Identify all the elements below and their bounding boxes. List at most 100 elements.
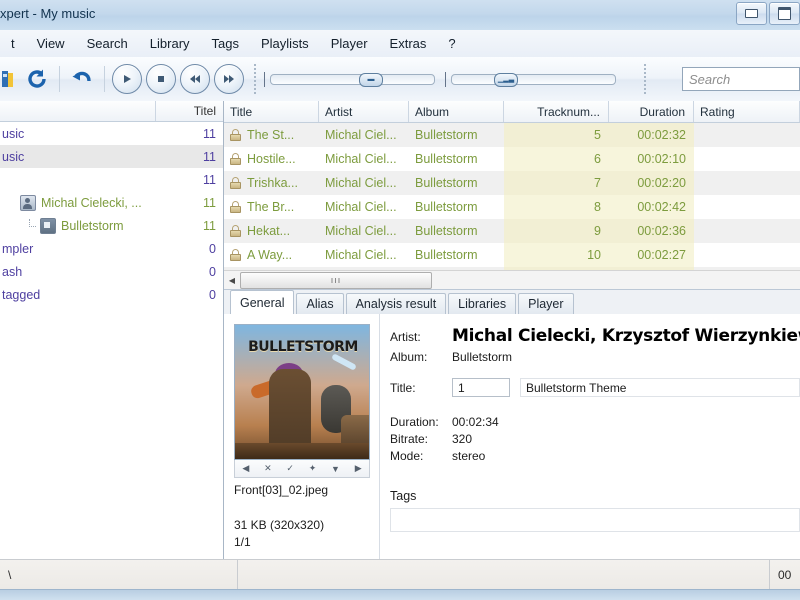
library-tree-name-column[interactable] xyxy=(0,101,156,121)
cell-title: Hekat... xyxy=(224,219,319,243)
tree-item[interactable]: mpler 0 xyxy=(0,237,223,260)
tags-label: Tags xyxy=(390,489,417,503)
cell-album: Bulletstorm xyxy=(415,128,478,142)
status-cell-path: \ xyxy=(0,560,238,590)
column-header-tracknumber[interactable]: Tracknum... xyxy=(504,101,609,122)
prev-image-icon[interactable]: ◀ xyxy=(242,463,249,474)
menu-item-tags[interactable]: Tags xyxy=(201,32,250,55)
menu-item-file[interactable]: t xyxy=(0,32,26,55)
tree-item[interactable]: tagged 0 xyxy=(0,283,223,306)
title-bar: xpert - My music xyxy=(0,0,800,31)
tree-item-count: 0 xyxy=(209,287,216,302)
volume-slider-thumb[interactable]: ▁▂▃ xyxy=(494,72,518,87)
menu-item-playlists[interactable]: Playlists xyxy=(250,32,320,55)
search-input[interactable]: Search xyxy=(682,67,800,91)
next-button[interactable] xyxy=(212,62,246,96)
tree-item-label: Bulletstorm xyxy=(61,218,124,233)
cell-rating[interactable] xyxy=(694,123,800,147)
undo-icon[interactable] xyxy=(65,62,99,96)
confirm-image-icon[interactable]: ✓ xyxy=(286,463,294,474)
volume-slider[interactable]: ▁▂▃ xyxy=(445,64,616,94)
cell-rating[interactable] xyxy=(694,219,800,243)
menu-item-extras[interactable]: Extras xyxy=(379,32,438,55)
scroll-left-icon[interactable]: ◀ xyxy=(224,272,240,288)
tree-item-count: 0 xyxy=(209,264,216,279)
dropdown-image-icon[interactable]: ▼ xyxy=(331,464,340,474)
cell-tracknumber: 6 xyxy=(504,147,609,171)
menu-item-view[interactable]: View xyxy=(26,32,76,55)
maximize-button[interactable] xyxy=(769,2,800,25)
cell-duration: 00:02:10 xyxy=(609,147,694,171)
cell-album: Bulletstorm xyxy=(415,152,478,166)
tab-alias[interactable]: Alias xyxy=(296,293,344,314)
cell-rating[interactable] xyxy=(694,243,800,267)
artwork-index: 1/1 xyxy=(234,535,251,549)
table-row[interactable]: Hostile... Michal Ciel... Bulletstorm 6 … xyxy=(224,147,800,171)
tree-item[interactable]: 11 xyxy=(0,168,223,191)
minimize-button[interactable] xyxy=(736,2,767,25)
album-row: Album: Bulletstorm xyxy=(390,350,800,364)
menu-item-help[interactable]: ? xyxy=(437,32,466,55)
cell-album: Bulletstorm xyxy=(415,224,478,238)
tree-item-count: 0 xyxy=(209,241,216,256)
status-cell-info xyxy=(238,560,770,590)
tree-item-selected[interactable]: usic 11 xyxy=(0,145,223,168)
tree-item[interactable]: ash 0 xyxy=(0,260,223,283)
track-number-input[interactable]: 1 xyxy=(452,378,510,397)
column-header-artist[interactable]: Artist xyxy=(319,101,409,122)
delete-image-icon[interactable]: ✕ xyxy=(264,463,272,474)
previous-button[interactable] xyxy=(178,62,212,96)
tree-item-album[interactable]: Bulletstorm 11 xyxy=(0,214,223,237)
detail-panel: General Alias Analysis result Libraries … xyxy=(224,289,800,561)
tab-analysis-result[interactable]: Analysis result xyxy=(345,293,447,314)
cell-rating[interactable] xyxy=(694,147,800,171)
title-input[interactable]: Bulletstorm Theme xyxy=(520,378,800,397)
tree-item-label: ash xyxy=(2,264,23,279)
menu-item-search[interactable]: Search xyxy=(76,32,139,55)
seek-slider[interactable]: ▬ xyxy=(264,64,435,94)
file-stats: Duration: 00:02:34 Bitrate: 320 Mode: st… xyxy=(390,415,800,463)
column-header-album[interactable]: Album xyxy=(409,101,504,122)
next-image-icon[interactable]: ▶ xyxy=(355,463,362,474)
tree-item-label: tagged xyxy=(2,287,41,302)
tree-item-label: mpler xyxy=(2,241,34,256)
column-header-title[interactable]: Title xyxy=(224,101,319,122)
stop-button[interactable] xyxy=(144,62,178,96)
play-button[interactable] xyxy=(110,62,144,96)
cell-rating[interactable] xyxy=(694,171,800,195)
minimize-icon xyxy=(745,9,758,18)
cell-title: The St... xyxy=(224,123,319,147)
track-list-horizontal-scrollbar[interactable]: ◀ ııı xyxy=(224,270,800,289)
table-row[interactable]: The St... Michal Ciel... Bulletstorm 5 0… xyxy=(224,123,800,147)
tags-input[interactable] xyxy=(390,508,800,532)
seek-slider-track[interactable]: ▬ xyxy=(270,72,435,87)
cell-title-text: Trishka... xyxy=(247,176,298,190)
table-row[interactable]: Trishka... Michal Ciel... Bulletstorm 7 … xyxy=(224,171,800,195)
library-icon[interactable] xyxy=(0,62,20,96)
add-image-icon[interactable]: ✦ xyxy=(309,463,317,474)
menu-item-player[interactable]: Player xyxy=(320,32,379,55)
seek-slider-thumb[interactable]: ▬ xyxy=(359,72,383,87)
table-row[interactable]: The Br... Michal Ciel... Bulletstorm 8 0… xyxy=(224,195,800,219)
toolbar-separator xyxy=(59,66,60,92)
column-header-duration[interactable]: Duration xyxy=(609,101,694,122)
table-row[interactable]: Hekat... Michal Ciel... Bulletstorm 9 00… xyxy=(224,219,800,243)
art-jet-shape xyxy=(331,353,357,371)
album-art-image[interactable]: BULLETSTORM xyxy=(234,324,370,460)
table-row[interactable]: A Way... Michal Ciel... Bulletstorm 10 0… xyxy=(224,243,800,267)
cell-title-text: The St... xyxy=(247,128,295,142)
tab-libraries[interactable]: Libraries xyxy=(448,293,517,314)
volume-slider-track[interactable]: ▁▂▃ xyxy=(451,72,616,87)
cell-rating[interactable] xyxy=(694,195,800,219)
refresh-icon[interactable] xyxy=(20,62,54,96)
tree-item-artist[interactable]: Michal Cielecki, ... 11 xyxy=(0,191,223,214)
column-header-rating[interactable]: Rating xyxy=(694,101,800,122)
tab-general[interactable]: General xyxy=(230,290,295,315)
library-tree-count-column[interactable]: Titel xyxy=(156,101,223,121)
tree-item[interactable]: usic 11 xyxy=(0,122,223,145)
title-row: Title: 1 Bulletstorm Theme xyxy=(390,378,800,397)
menu-item-library[interactable]: Library xyxy=(139,32,201,55)
window-resize-grip[interactable] xyxy=(0,589,800,600)
scrollbar-thumb[interactable]: ııı xyxy=(240,271,432,289)
tab-player[interactable]: Player xyxy=(518,293,574,314)
